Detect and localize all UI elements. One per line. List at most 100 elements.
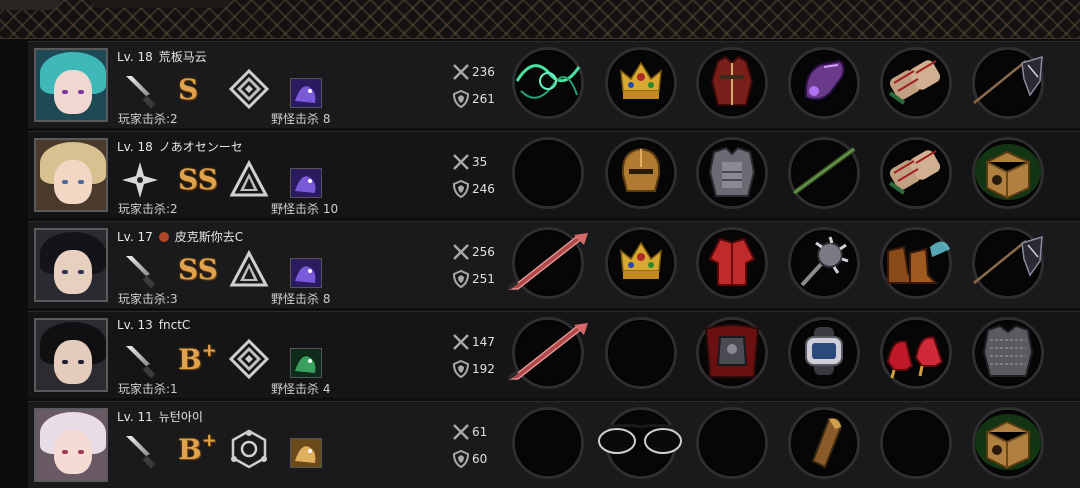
player-avatar[interactable] — [34, 228, 108, 302]
defense-value: 251 — [472, 272, 495, 286]
attack-stat: 256 — [452, 243, 512, 261]
grade-badge: SS — [178, 160, 218, 200]
green-lightning-chain-icon — [513, 51, 583, 115]
equipment-slot[interactable] — [605, 227, 677, 299]
grade-badge: S — [178, 70, 198, 110]
monster-kills-value: 8 — [322, 112, 331, 126]
green-creature-icon[interactable] — [290, 348, 322, 378]
defense-stat: 192 — [452, 360, 512, 378]
equipment-slot[interactable] — [972, 227, 1044, 299]
golden-creature-icon[interactable] — [290, 438, 322, 468]
equipment-slot[interactable] — [696, 317, 768, 389]
equipment-slot[interactable] — [512, 407, 584, 479]
grade-badge: B+ — [178, 340, 217, 380]
player-avatar[interactable] — [34, 318, 108, 392]
player-kills: 玩家击杀:2 — [118, 200, 178, 217]
player-name: 皮克斯你去C — [174, 230, 244, 244]
equipment-slot[interactable] — [507, 227, 588, 299]
equipment-slot[interactable] — [696, 407, 768, 479]
defense-stat: 261 — [452, 90, 512, 108]
crimson-blade-icon — [506, 321, 590, 385]
player-level: Lv. 18 — [117, 50, 153, 64]
bandaged-fists-icon — [884, 53, 948, 113]
crossed-swords-icon — [453, 154, 469, 170]
purple-creature-icon[interactable] — [290, 168, 322, 198]
player-kills: 玩家击杀:3 — [118, 290, 178, 307]
equipment-slot[interactable] — [596, 407, 686, 479]
attack-stat: 61 — [452, 423, 512, 441]
player-kills-value: 2 — [170, 112, 178, 126]
equipment-slot[interactable] — [696, 227, 768, 299]
equipment-slot[interactable] — [788, 137, 860, 209]
player-header: Lv. 11 뉴턴아이 — [117, 408, 203, 425]
treasure-crate-icon — [973, 410, 1043, 476]
treasure-crate-icon — [973, 140, 1043, 206]
equipment-slot[interactable] — [788, 227, 860, 299]
monster-kills-label: 野怪击杀 — [271, 202, 320, 216]
bronze-helmet-icon — [615, 143, 667, 203]
bandaged-fists-icon — [884, 143, 948, 203]
player-row[interactable]: Lv. 17 皮克斯你去C SS 玩家击杀:3 野怪击杀 8 256 251 — [28, 221, 1080, 308]
player-avatar[interactable] — [34, 408, 108, 482]
equipment-slot[interactable] — [788, 317, 860, 389]
purple-creature-icon[interactable] — [290, 258, 322, 288]
equipment-slot[interactable] — [696, 47, 768, 119]
grade-plus: + — [201, 340, 217, 361]
shield-icon — [452, 360, 470, 378]
equipment-slot[interactable] — [972, 47, 1044, 119]
crossed-swords-icon — [453, 244, 469, 260]
purple-creature-icon[interactable] — [290, 78, 322, 108]
defense-stat: 246 — [452, 180, 512, 198]
equipment-slot[interactable] — [512, 47, 584, 119]
equipment-slot[interactable] — [880, 317, 952, 389]
equipment-slot[interactable] — [512, 137, 584, 209]
grade-letter: SS — [178, 163, 218, 196]
avatar-face — [54, 430, 92, 474]
knife-icon — [120, 250, 160, 290]
equipment-slot[interactable] — [880, 227, 952, 299]
avatar-eye — [62, 180, 68, 184]
equipment-slot[interactable] — [880, 47, 952, 119]
defense-value: 192 — [472, 362, 495, 376]
attack-stat: 35 — [452, 153, 512, 171]
equipment-slot[interactable] — [880, 407, 952, 479]
player-row[interactable]: Lv. 18 ノあオセンーセ SS 玩家击杀:2 野怪击杀 10 35 246 — [28, 131, 1080, 218]
equipment-slot[interactable] — [605, 137, 677, 209]
equipment-slot[interactable] — [605, 47, 677, 119]
player-row[interactable]: Lv. 13 fnctC B+ 玩家击杀:1 野怪击杀 4 147 192 — [28, 311, 1080, 398]
player-kills-label: 玩家击杀: — [118, 382, 171, 396]
avatar-eye — [78, 270, 84, 274]
equipment-slot[interactable] — [972, 407, 1044, 479]
equipment-slot[interactable] — [788, 47, 860, 119]
equipment-slot[interactable] — [605, 317, 677, 389]
attack-stat: 147 — [452, 333, 512, 351]
player-avatar[interactable] — [34, 138, 108, 212]
grade-letter: B — [178, 343, 202, 376]
equipment-slot[interactable] — [972, 137, 1044, 209]
player-kills-label: 玩家击杀: — [118, 292, 171, 306]
chain-mail-icon — [978, 322, 1038, 384]
avatar-face — [54, 340, 92, 384]
player-kills: 玩家击杀:2 — [118, 110, 178, 127]
attack-value: 256 — [472, 245, 495, 259]
player-avatar[interactable] — [34, 48, 108, 122]
equipment-slot[interactable] — [507, 317, 588, 389]
diamond-rank-icon — [228, 338, 270, 380]
shield-icon — [452, 180, 470, 198]
player-name: 荒板马云 — [158, 50, 207, 64]
equipment-slot[interactable] — [696, 137, 768, 209]
spiked-mace-icon — [794, 231, 854, 295]
green-staff-icon — [788, 141, 860, 205]
grade-letter: S — [178, 73, 199, 106]
player-row[interactable]: Lv. 11 뉴턴아이 B+ 61 60 — [28, 401, 1080, 488]
grade-letter: B — [178, 433, 202, 466]
flag-icon — [158, 232, 169, 242]
triangle-rank-icon — [228, 158, 270, 200]
avatar-eye — [62, 360, 68, 364]
monster-kills: 野怪击杀 8 — [271, 290, 330, 307]
monster-kills-label: 野怪击杀 — [271, 112, 320, 126]
equipment-slot[interactable] — [880, 137, 952, 209]
equipment-slot[interactable] — [788, 407, 860, 479]
equipment-slot[interactable] — [972, 317, 1044, 389]
player-row[interactable]: Lv. 18 荒板马云 S 玩家击杀:2 野怪击杀 8 236 261 — [28, 41, 1080, 128]
